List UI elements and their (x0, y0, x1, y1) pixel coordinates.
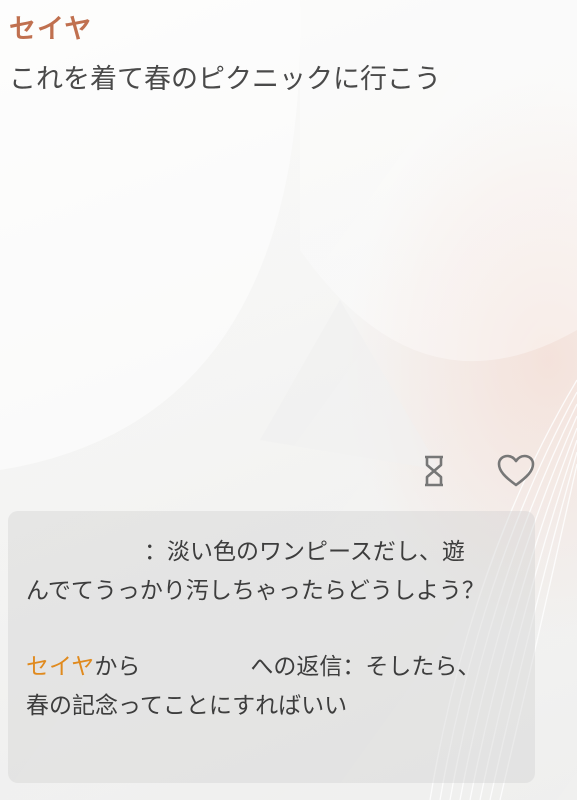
post: セイヤ これを着て春のピクニックに行こう ：淡い色のワンピースだし、遊んでてうっ… (0, 0, 577, 800)
comment: ：淡い色のワンピースだし、遊んでてうっかり汚しちゃったらどうしよう？ (26, 533, 486, 610)
reply-author[interactable]: セイヤ (26, 654, 94, 680)
heart-outline-icon[interactable] (496, 453, 536, 489)
reply-from-label: から (94, 654, 141, 680)
post-caption: これを着て春のピクニックに行こう (9, 64, 441, 95)
hidden-username (140, 648, 250, 686)
post-author[interactable]: セイヤ (9, 12, 92, 48)
hidden-username (26, 533, 144, 571)
comment-card: ：淡い色のワンピースだし、遊んでてうっかり汚しちゃったらどうしよう？ セイヤから… (8, 511, 535, 783)
reply-comment: セイヤから への返信：そしたら、春の記念ってことにすればいい (26, 648, 486, 725)
hourglass-icon[interactable] (418, 453, 450, 489)
